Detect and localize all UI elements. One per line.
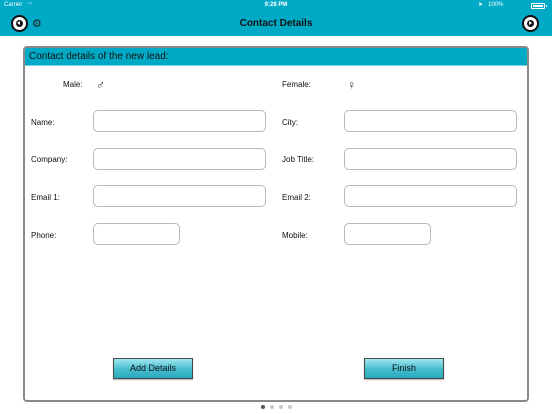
- page-dot[interactable]: [269, 405, 274, 409]
- forward-chevron-icon: [529, 21, 532, 25]
- battery-icon: [531, 3, 545, 9]
- female-icon[interactable]: ♀: [347, 78, 356, 92]
- navigation-bar: ⚙ Contact Details: [0, 11, 552, 36]
- mobile-label: Mobile:: [282, 231, 308, 240]
- add-details-button[interactable]: Add Details: [113, 358, 193, 379]
- email1-input[interactable]: [93, 185, 266, 207]
- page-title: Contact Details: [239, 18, 313, 29]
- status-time: 9:28 PM: [264, 2, 288, 8]
- mobile-input[interactable]: [344, 223, 431, 245]
- company-label: Company:: [31, 155, 68, 164]
- company-input[interactable]: [93, 148, 266, 170]
- finish-button[interactable]: Finish: [364, 358, 444, 379]
- job-title-input[interactable]: [344, 148, 517, 170]
- page-indicator[interactable]: [0, 405, 552, 411]
- status-bar: Carrier ◠ 9:28 PM ➤ 100%: [0, 0, 552, 11]
- page-dot[interactable]: [287, 405, 292, 409]
- male-label: Male:: [63, 80, 83, 89]
- battery-percentage: 100%: [488, 2, 504, 8]
- name-label: Name:: [31, 118, 55, 127]
- email1-label: Email 1:: [31, 193, 60, 202]
- name-input[interactable]: [93, 110, 266, 132]
- battery-tip: [546, 5, 547, 7]
- phone-label: Phone:: [31, 231, 57, 240]
- male-icon[interactable]: ♂: [96, 78, 105, 92]
- job-title-label: Job Title:: [282, 155, 315, 164]
- email2-label: Email 2:: [282, 193, 311, 202]
- city-label: City:: [282, 118, 298, 127]
- phone-input[interactable]: [93, 223, 180, 245]
- contact-form-card: Contact details of the new lead: Male: ♂…: [23, 46, 529, 402]
- city-input[interactable]: [344, 110, 517, 132]
- forward-button[interactable]: [522, 15, 539, 32]
- page-dot[interactable]: [278, 405, 283, 409]
- female-label: Female:: [282, 80, 311, 89]
- location-icon: ➤: [478, 2, 484, 8]
- page-dot[interactable]: [260, 405, 265, 409]
- email2-input[interactable]: [344, 185, 517, 207]
- form-header: Contact details of the new lead:: [25, 48, 527, 66]
